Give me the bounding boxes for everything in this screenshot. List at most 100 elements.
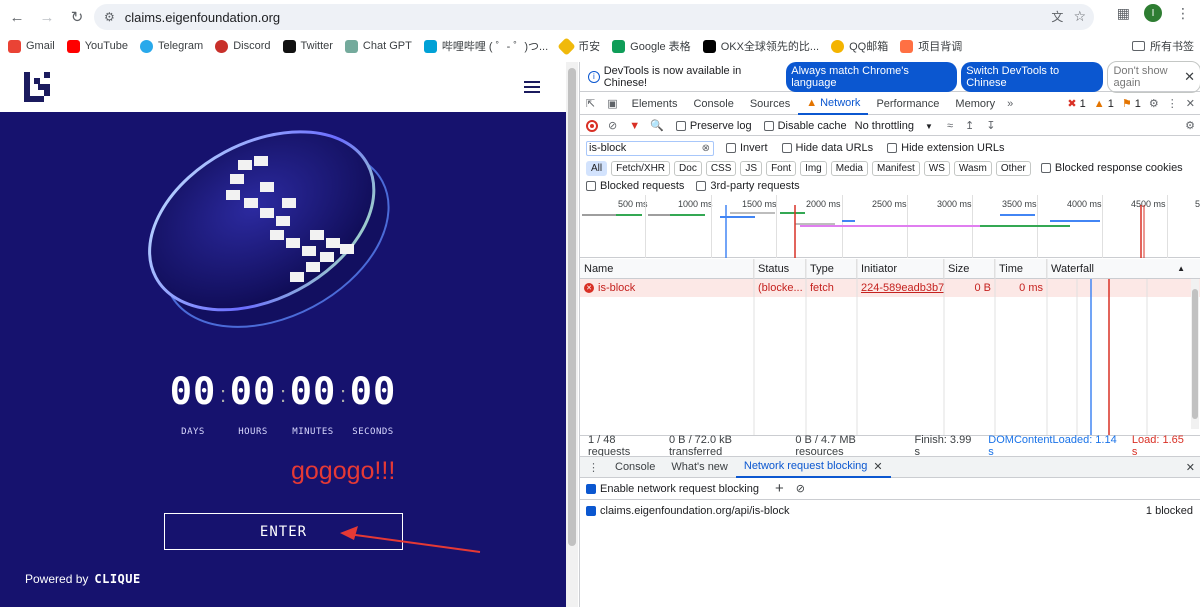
filter-manifest[interactable]: Manifest — [872, 160, 920, 176]
settings-gear-icon[interactable]: ⚙ — [1149, 97, 1159, 110]
network-settings-gear-icon[interactable]: ⚙ — [1185, 119, 1195, 132]
chrome-menu-icon[interactable]: ⋮ — [1176, 5, 1190, 22]
back-icon[interactable]: ← — [4, 4, 30, 30]
tab-elements[interactable]: Elements — [624, 93, 686, 115]
pattern-checkbox[interactable] — [586, 505, 600, 517]
filter-font[interactable]: Font — [766, 160, 797, 176]
add-pattern-icon[interactable]: + — [775, 480, 784, 497]
tab-sources[interactable]: Sources — [742, 93, 798, 115]
device-toolbar-icon[interactable]: ▣ — [601, 97, 623, 110]
bookmark-youtube[interactable]: YouTube — [66, 39, 128, 53]
switch-to-chinese-button[interactable]: Switch DevTools to Chinese — [961, 61, 1104, 92]
filter-all[interactable]: All — [586, 160, 608, 176]
warning-count[interactable]: ▲ 1 — [1094, 98, 1114, 110]
filter-img[interactable]: Img — [800, 160, 827, 176]
finish-time: Finish: 3.99 s — [914, 433, 972, 458]
bookmark-okx[interactable]: OKX全球领先的比... — [702, 38, 819, 54]
site-settings-icon[interactable]: ⚙ — [104, 10, 115, 24]
import-har-icon[interactable]: ↥ — [965, 119, 974, 132]
countdown-timer: 00 DAYS : 00 HOURS : 00 MINUTES : 00 SEC… — [168, 370, 398, 437]
clear-icon[interactable]: ⊘ — [608, 119, 617, 132]
info-icon: i — [588, 70, 600, 83]
forward-icon[interactable]: → — [34, 4, 60, 30]
filter-ws[interactable]: WS — [923, 160, 950, 176]
record-stop-icon[interactable] — [586, 119, 598, 132]
clear-filter-icon[interactable]: ⊗ — [702, 143, 710, 154]
page-scrollbar[interactable] — [566, 62, 578, 607]
third-party-requests-checkbox[interactable]: 3rd-party requests — [696, 180, 800, 192]
search-icon[interactable]: 🔍 — [650, 119, 664, 132]
disable-cache-checkbox[interactable]: Disable cache — [763, 120, 847, 132]
always-match-language-button[interactable]: Always match Chrome's language — [786, 61, 958, 92]
tab-memory[interactable]: Memory — [947, 93, 1003, 115]
load-time: Load: 1.65 s — [1131, 433, 1184, 458]
export-har-icon[interactable]: ↧ — [986, 119, 995, 132]
tab-console[interactable]: Console — [685, 93, 741, 115]
filter-fetch-xhr[interactable]: Fetch/XHR — [611, 160, 671, 176]
filter-wasm[interactable]: Wasm — [953, 160, 992, 176]
filter-doc[interactable]: Doc — [674, 160, 702, 176]
tab-performance[interactable]: Performance — [868, 93, 947, 115]
filter-css[interactable]: CSS — [705, 160, 737, 176]
site-header — [0, 62, 566, 112]
all-bookmarks-folder[interactable]: 所有书签 — [1132, 38, 1194, 54]
filter-input[interactable]: is-block ⊗ — [586, 140, 714, 156]
network-conditions-icon[interactable]: ≈ — [947, 120, 953, 132]
blocked-response-cookies-checkbox[interactable]: Blocked response cookies — [1040, 162, 1183, 174]
filter-other[interactable]: Other — [995, 160, 1031, 176]
tab-network[interactable]: ▲ Network — [798, 93, 869, 115]
warning-icon: ▲ — [806, 96, 818, 109]
reload-icon[interactable]: ↻ — [64, 4, 90, 30]
drawer-menu-icon[interactable]: ⋮ — [580, 461, 607, 474]
enable-blocking-checkbox[interactable]: Enable network request blocking — [586, 483, 759, 495]
bookmark-star-icon[interactable]: ☆ — [1073, 8, 1086, 25]
translate-icon[interactable]: 文 — [1051, 8, 1063, 25]
filter-js[interactable]: JS — [740, 160, 763, 176]
issues-count[interactable]: ⚑ 1 — [1122, 97, 1141, 110]
preserve-log-checkbox[interactable]: Preserve log — [675, 120, 752, 132]
bookmark-bilibili[interactable]: 哔哩哔哩 ( ゜- ゜)つ... — [423, 38, 548, 54]
bookmark-chatgpt[interactable]: Chat GPT — [344, 39, 412, 53]
clique-logo[interactable]: CLIQUE — [94, 572, 140, 586]
hide-data-urls-checkbox[interactable]: Hide data URLs — [781, 142, 873, 154]
extensions-icon[interactable]: ▦ — [1117, 5, 1130, 22]
throttling-select[interactable]: No throttling ▼ — [855, 120, 933, 132]
remove-all-patterns-icon[interactable]: ⊘ — [796, 482, 805, 495]
close-tab-icon[interactable]: ✕ — [873, 460, 882, 473]
filter-icon[interactable]: ▼ — [629, 120, 640, 132]
bookmark-google-sheets[interactable]: Google 表格 — [612, 38, 691, 54]
close-drawer-icon[interactable]: ✕ — [1186, 461, 1195, 474]
binance-icon — [557, 36, 576, 56]
drawer-tab-network-request-blocking[interactable]: Network request blocking ✕ — [735, 456, 891, 478]
close-icon[interactable]: ✕ — [1184, 69, 1195, 85]
more-tabs-icon[interactable]: » — [1003, 98, 1017, 110]
sheets-icon — [612, 39, 626, 53]
bookmark-gmail[interactable]: Gmail — [8, 39, 55, 53]
blocked-pattern-row[interactable]: claims.eigenfoundation.org/api/is-block … — [580, 500, 1200, 522]
inspect-element-icon[interactable]: ⇱ — [580, 97, 601, 110]
bookmark-qqmail[interactable]: QQ邮箱 — [831, 38, 888, 54]
close-devtools-icon[interactable]: ✕ — [1186, 97, 1195, 110]
drawer-tab-whats-new[interactable]: What's new — [663, 456, 736, 478]
hide-extension-urls-checkbox[interactable]: Hide extension URLs — [887, 142, 1005, 154]
kebab-menu-icon[interactable]: ⋮ — [1167, 97, 1178, 110]
eigen-logo[interactable] — [24, 72, 52, 102]
timeline-overview[interactable]: 500 ms 1000 ms 1500 ms 2000 ms 2500 ms 3… — [580, 195, 1200, 258]
bookmark-project[interactable]: 项目背调 — [900, 38, 962, 54]
invert-checkbox[interactable]: Invert — [726, 142, 768, 154]
address-bar[interactable]: ⚙ claims.eigenfoundation.org 文 ☆ — [94, 4, 1094, 30]
error-count[interactable]: ✖ 1 — [1067, 97, 1085, 110]
bookmark-twitter[interactable]: Twitter — [282, 39, 333, 53]
annotation-text: gogogo!!! — [291, 457, 396, 485]
browser-toolbar: ← → ↻ ⚙ claims.eigenfoundation.org 文 ☆ ▦… — [0, 0, 1200, 34]
blocked-requests-checkbox[interactable]: Blocked requests — [586, 180, 684, 192]
drawer-tab-console[interactable]: Console — [607, 456, 663, 478]
avatar[interactable]: I — [1144, 4, 1162, 22]
hamburger-menu-icon[interactable] — [524, 81, 540, 93]
blocked-pattern: claims.eigenfoundation.org/api/is-block — [600, 505, 790, 517]
countdown-hours: 00 HOURS — [229, 370, 277, 437]
bookmark-binance[interactable]: 币安 — [557, 36, 600, 56]
bookmark-discord[interactable]: Discord — [215, 39, 271, 53]
bookmark-telegram[interactable]: Telegram — [139, 39, 203, 53]
filter-media[interactable]: Media — [830, 160, 868, 176]
